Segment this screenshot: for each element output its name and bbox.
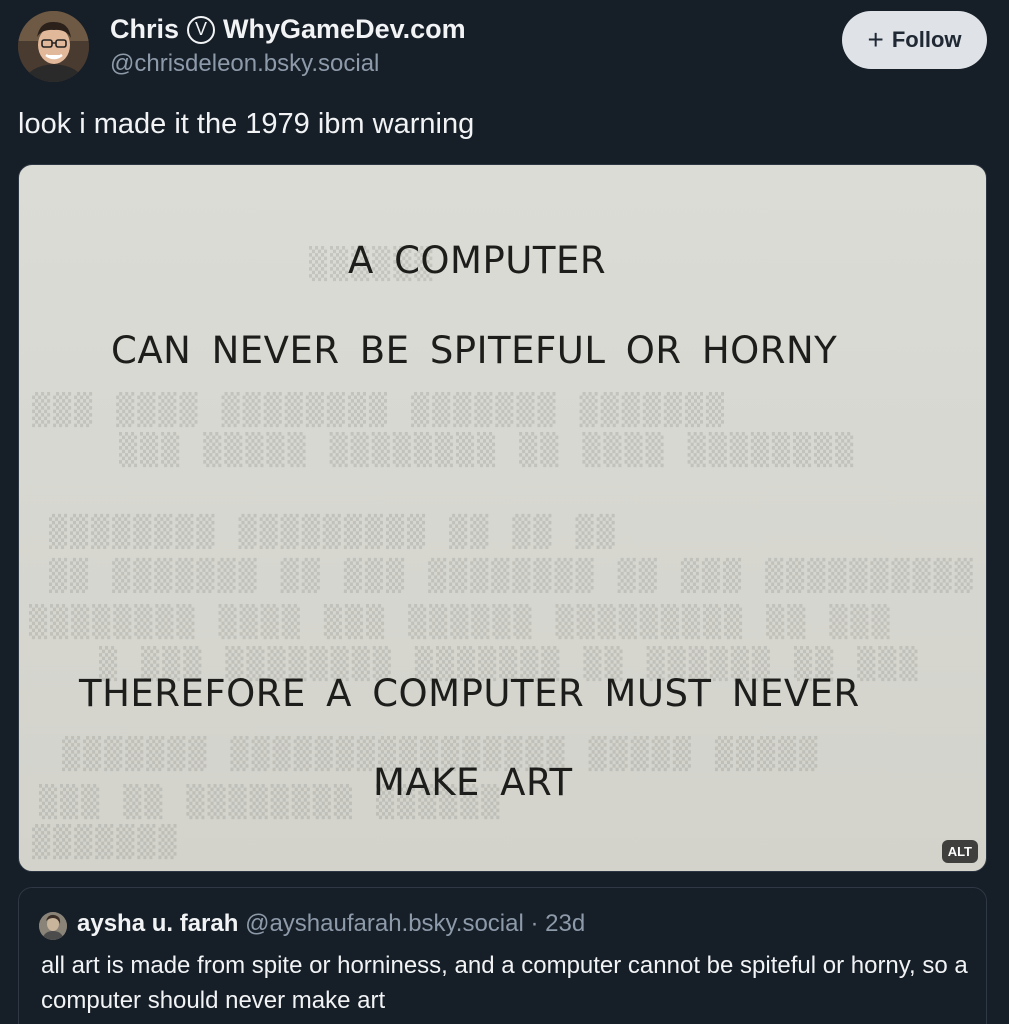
- bleed-through-text: ▒▒▒▒▒▒▒▒ ▒▒▒▒▒▒▒▒▒ ▒▒ ▒▒ ▒▒: [49, 513, 618, 548]
- quote-separator: ·: [523, 910, 546, 937]
- author-name-rest: WhyGameDev.com: [223, 14, 466, 44]
- warning-line-1: A COMPUTER: [348, 239, 607, 282]
- quote-header: aysha u. farah @ayshaufarah.bsky.social …: [77, 910, 585, 938]
- post-image[interactable]: ▒▒▒▒▒▒ ▒▒▒▒▒▒▒ ▒▒▒▒▒▒▒ ▒▒▒▒▒▒▒▒ ▒▒▒▒ ▒▒▒…: [18, 164, 987, 872]
- bleed-through-text: ▒▒▒▒▒▒▒: [29, 825, 177, 860]
- follow-button-label: Follow: [891, 27, 962, 52]
- bleed-through-text: ▒▒▒▒▒▒▒ ▒▒▒▒▒▒▒ ▒▒▒▒▒▒▒▒ ▒▒▒▒ ▒▒▒: [29, 393, 725, 428]
- person-avatar-icon: [18, 11, 89, 82]
- author-display-name[interactable]: Chris V WhyGameDev.com: [110, 14, 466, 45]
- person-avatar-icon: [39, 912, 67, 940]
- quote-author-name[interactable]: aysha u. farah: [77, 910, 238, 937]
- bleed-through-text: ▒▒▒▒▒▒▒▒ ▒▒▒▒ ▒▒▒ ▒▒▒▒▒▒ ▒▒▒▒▒▒▒▒▒ ▒▒ ▒▒…: [29, 605, 893, 640]
- quote-author-avatar[interactable]: [39, 912, 67, 940]
- bleed-through-text: ▒▒ ▒▒▒▒▒▒▒ ▒▒ ▒▒▒ ▒▒▒▒▒▒▒▒ ▒▒ ▒▒▒ ▒▒▒▒▒▒…: [49, 557, 976, 592]
- post: Chris V WhyGameDev.com @chrisdeleon.bsky…: [0, 0, 1009, 1024]
- author-handle[interactable]: @chrisdeleon.bsky.social: [110, 50, 379, 78]
- author-avatar[interactable]: [18, 11, 89, 82]
- follow-button[interactable]: + Follow: [842, 11, 987, 69]
- plus-icon: +: [867, 24, 884, 55]
- post-text: look i made it the 1979 ibm warning: [18, 108, 475, 140]
- warning-line-2: CAN NEVER BE SPITEFUL OR HORNY: [111, 329, 838, 372]
- warning-line-4: MAKE ART: [373, 761, 573, 804]
- quoted-post[interactable]: aysha u. farah @ayshaufarah.bsky.social …: [18, 887, 987, 1024]
- verified-icon: V: [187, 15, 216, 44]
- bleed-through-text: ▒▒▒ ▒▒▒▒▒ ▒▒▒▒▒▒▒▒ ▒▒ ▒▒▒▒ ▒▒▒▒▒▒▒▒: [119, 433, 857, 468]
- alt-text-badge[interactable]: ALT: [941, 840, 978, 863]
- warning-line-3: THEREFORE A COMPUTER MUST NEVER: [79, 672, 860, 715]
- quote-text: all art is made from spite or horniness,…: [41, 952, 968, 1014]
- author-name-first: Chris: [110, 14, 180, 44]
- quote-author-handle[interactable]: @ayshaufarah.bsky.social: [245, 910, 524, 937]
- quote-timestamp[interactable]: 23d: [545, 910, 585, 937]
